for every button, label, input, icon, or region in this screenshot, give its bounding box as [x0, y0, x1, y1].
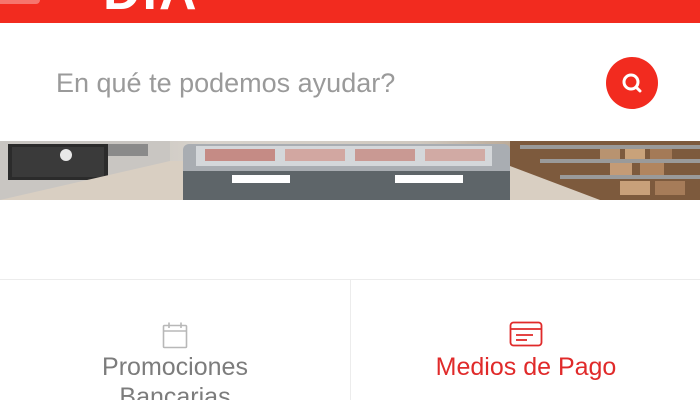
search-icon	[620, 71, 644, 95]
card-promociones-bancarias[interactable]: Promociones Bancarias	[0, 280, 350, 400]
credit-card-icon	[509, 321, 543, 352]
card-label-line1: Medios de Pago	[435, 353, 617, 381]
menu-edge	[0, 0, 40, 4]
banner-image	[0, 141, 700, 200]
card-label: Medios de Pago	[351, 352, 700, 382]
search-input[interactable]	[56, 63, 576, 103]
card-medios-de-pago[interactable]: Medios de Pago	[351, 280, 700, 400]
search-bar	[0, 23, 700, 141]
card-label-line1: Promociones	[102, 353, 248, 381]
top-bar: DIA	[0, 0, 700, 23]
app-screen: DIA	[0, 0, 700, 400]
calendar-icon	[162, 321, 188, 354]
promo-banner[interactable]	[0, 141, 700, 200]
search-button[interactable]	[606, 57, 658, 109]
card-label-line2: Bancarias	[119, 383, 231, 400]
brand-logo[interactable]: DIA	[103, 0, 199, 18]
card-label: Promociones Bancarias	[0, 352, 350, 400]
